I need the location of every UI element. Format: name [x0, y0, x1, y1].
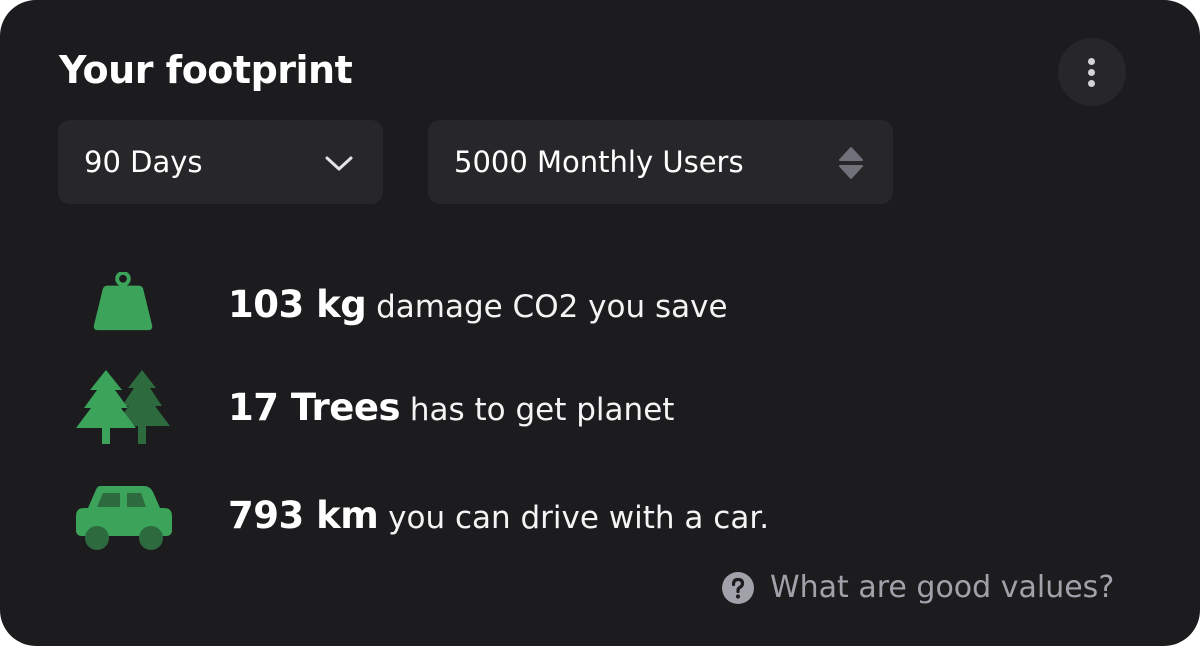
footprint-card: Your footprint 90 Days 5000 Monthly User…: [0, 0, 1200, 646]
stat-co2-value: 103 kg: [228, 283, 367, 326]
period-select-value: 90 Days: [84, 145, 203, 179]
stat-co2-description: damage CO2 you save: [376, 289, 728, 325]
stat-trees-value: 17 Trees: [228, 386, 401, 429]
users-select-value: 5000 Monthly Users: [454, 145, 744, 179]
period-select[interactable]: 90 Days: [58, 120, 383, 204]
more-vertical-icon: [1088, 58, 1095, 65]
stat-trees: 17 Trees has to get planet: [228, 386, 674, 432]
more-vertical-icon-dot: [1088, 80, 1095, 87]
more-options-button[interactable]: [1058, 38, 1126, 106]
card-title: Your footprint: [59, 48, 353, 92]
car-icon: [76, 486, 172, 550]
weight-icon: [93, 272, 153, 331]
stat-distance: 793 km you can drive with a car.: [228, 494, 769, 540]
more-vertical-icon-dot: [1088, 69, 1095, 76]
chevron-down-icon: [325, 156, 353, 171]
trees-icon: [76, 370, 170, 444]
stat-distance-value: 793 km: [228, 494, 379, 537]
sort-updown-icon: [839, 147, 863, 179]
stat-trees-description: has to get planet: [409, 392, 675, 428]
good-values-help-label: What are good values?: [770, 570, 1115, 605]
stat-co2: 103 kg damage CO2 you save: [228, 283, 728, 329]
question-circle-icon: [722, 572, 754, 604]
users-select[interactable]: 5000 Monthly Users: [428, 120, 893, 204]
stat-distance-description: you can drive with a car.: [388, 500, 770, 536]
